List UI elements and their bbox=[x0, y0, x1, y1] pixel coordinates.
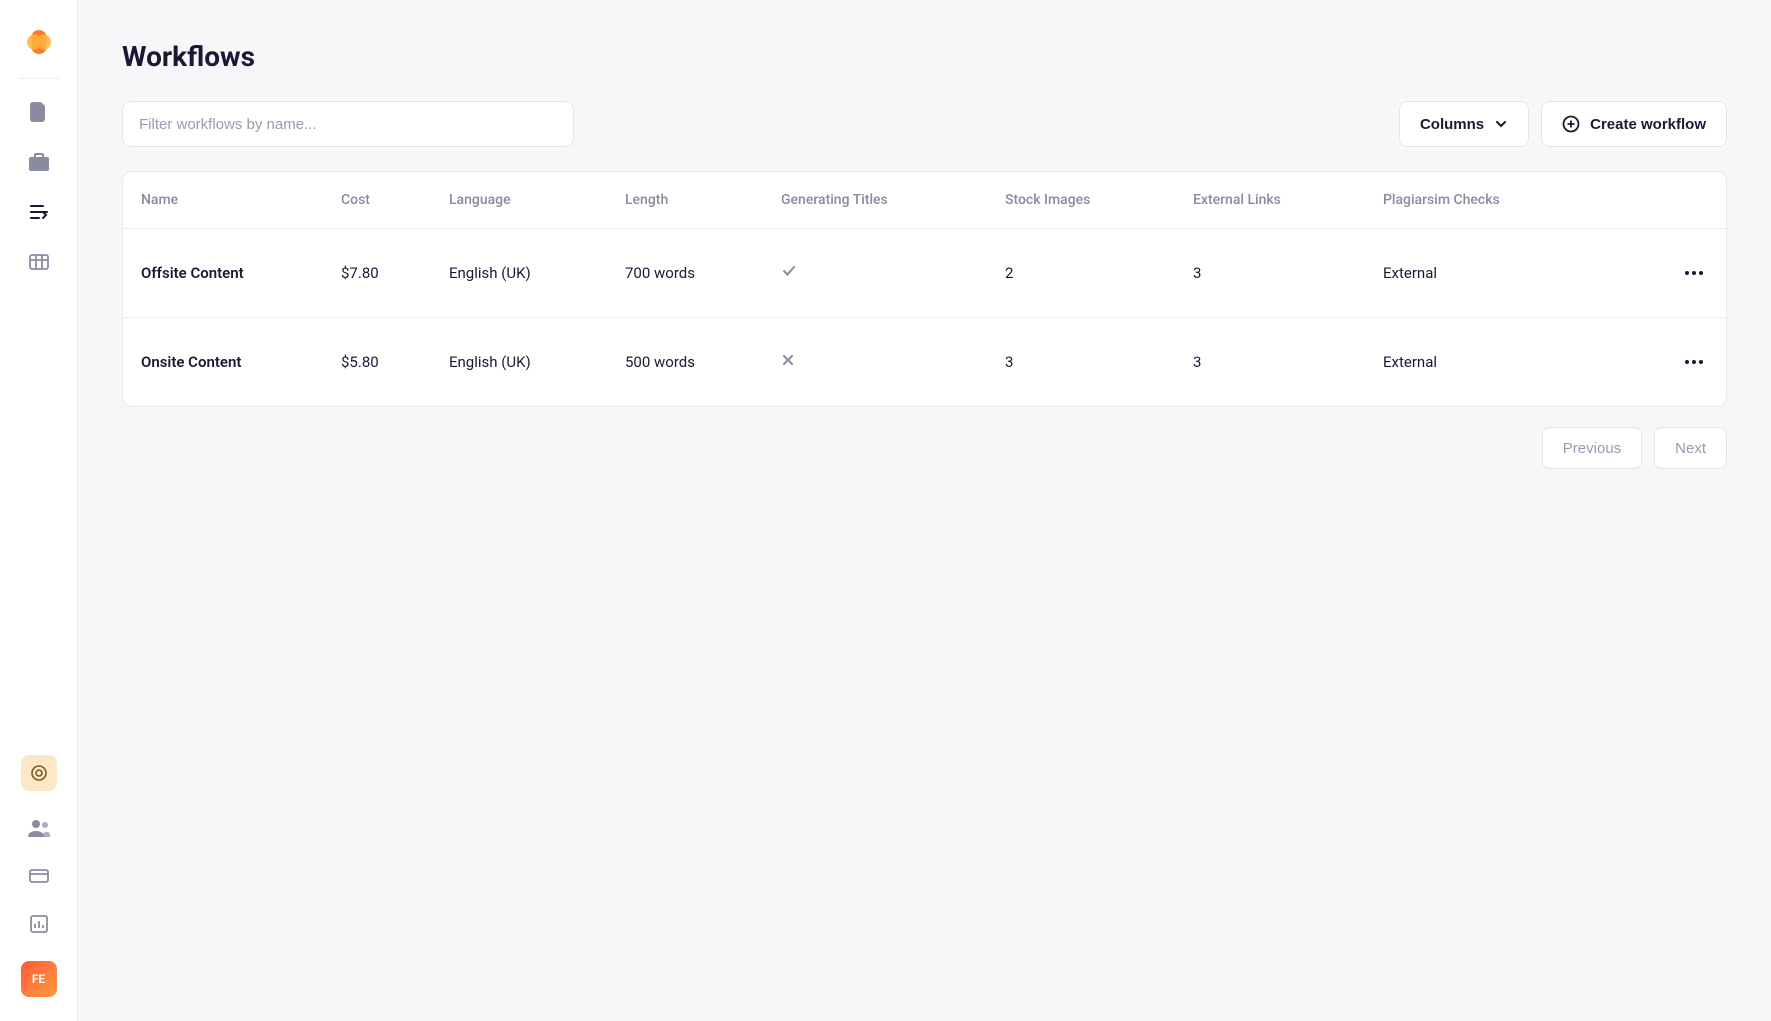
cell-external-links: 3 bbox=[1193, 264, 1383, 282]
row-menu-button[interactable] bbox=[1680, 259, 1708, 287]
cell-cost: $7.80 bbox=[341, 264, 449, 282]
nav-chart-icon[interactable] bbox=[28, 913, 50, 935]
th-plagiarism[interactable]: Plagiarsim Checks bbox=[1383, 192, 1648, 208]
sidebar: FE bbox=[0, 0, 78, 1021]
workflows-table: Name Cost Language Length Generating Tit… bbox=[122, 171, 1727, 407]
nav-document-icon[interactable] bbox=[28, 101, 50, 123]
cell-language: English (UK) bbox=[449, 264, 625, 282]
main-content: Workflows Columns Create workflow Name C… bbox=[78, 0, 1771, 1021]
cell-plagiarism: External bbox=[1383, 353, 1648, 371]
pagination: Previous Next bbox=[122, 427, 1727, 469]
th-cost[interactable]: Cost bbox=[341, 192, 449, 208]
x-icon bbox=[781, 353, 795, 367]
cell-stock-images: 3 bbox=[1005, 353, 1193, 371]
cell-length: 700 words bbox=[625, 264, 781, 282]
previous-button[interactable]: Previous bbox=[1542, 427, 1642, 469]
cell-language: English (UK) bbox=[449, 353, 625, 371]
cell-length: 500 words bbox=[625, 353, 781, 371]
table-row[interactable]: Onsite Content$5.80English (UK)500 words… bbox=[123, 317, 1726, 406]
chevron-down-icon bbox=[1494, 117, 1508, 131]
page-title: Workflows bbox=[122, 40, 1727, 73]
create-workflow-button[interactable]: Create workflow bbox=[1541, 101, 1727, 147]
sidebar-divider bbox=[19, 78, 59, 79]
columns-button-label: Columns bbox=[1420, 116, 1484, 133]
plus-circle-icon bbox=[1562, 115, 1580, 133]
cell-name: Offsite Content bbox=[141, 264, 341, 282]
table-header: Name Cost Language Length Generating Tit… bbox=[123, 172, 1726, 229]
logo-icon bbox=[21, 24, 57, 60]
check-icon bbox=[781, 263, 797, 279]
th-external-links[interactable]: External Links bbox=[1193, 192, 1383, 208]
avatar[interactable]: FE bbox=[21, 961, 57, 997]
create-workflow-label: Create workflow bbox=[1590, 116, 1706, 133]
cell-external-links: 3 bbox=[1193, 353, 1383, 371]
nav-workflows-icon[interactable] bbox=[28, 201, 50, 223]
row-menu-button[interactable] bbox=[1680, 348, 1708, 376]
nav-highlight-circle-icon[interactable] bbox=[21, 755, 57, 791]
cell-name: Onsite Content bbox=[141, 353, 341, 371]
th-gen-titles[interactable]: Generating Titles bbox=[781, 192, 1005, 208]
nav-people-icon[interactable] bbox=[28, 817, 50, 839]
row-actions bbox=[1648, 348, 1708, 376]
avatar-initials: FE bbox=[32, 972, 45, 986]
th-length[interactable]: Length bbox=[625, 192, 781, 208]
cell-cost: $5.80 bbox=[341, 353, 449, 371]
cell-gen-titles bbox=[781, 263, 1005, 283]
nav-card-icon[interactable] bbox=[28, 865, 50, 887]
columns-button[interactable]: Columns bbox=[1399, 101, 1529, 147]
next-button[interactable]: Next bbox=[1654, 427, 1727, 469]
cell-gen-titles bbox=[781, 353, 1005, 371]
row-actions bbox=[1648, 259, 1708, 287]
th-stock-images[interactable]: Stock Images bbox=[1005, 192, 1193, 208]
nav-briefcase-icon[interactable] bbox=[28, 151, 50, 173]
th-language[interactable]: Language bbox=[449, 192, 625, 208]
nav-table-icon[interactable] bbox=[28, 251, 50, 273]
filter-input[interactable] bbox=[122, 101, 574, 147]
cell-plagiarism: External bbox=[1383, 264, 1648, 282]
th-name[interactable]: Name bbox=[141, 192, 341, 208]
table-row[interactable]: Offsite Content$7.80English (UK)700 word… bbox=[123, 229, 1726, 317]
toolbar: Columns Create workflow bbox=[122, 101, 1727, 147]
cell-stock-images: 2 bbox=[1005, 264, 1193, 282]
